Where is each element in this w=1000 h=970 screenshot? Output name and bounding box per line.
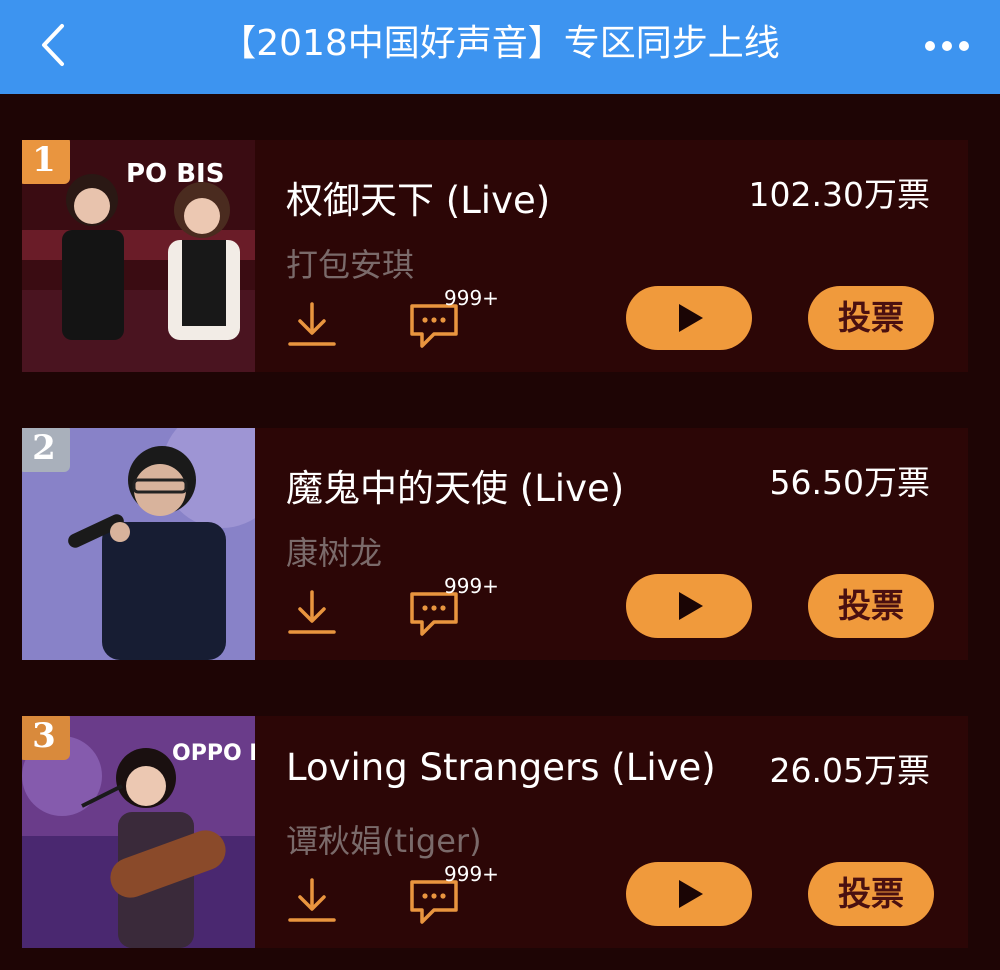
back-button[interactable] <box>30 20 80 70</box>
vote-button[interactable]: 投票 <box>808 286 934 350</box>
play-icon <box>679 304 703 332</box>
artist-name[interactable]: 康树龙 <box>286 528 382 574</box>
rank-badge: 3 <box>22 716 70 760</box>
comment-count: 999+ <box>444 862 499 886</box>
artist-name[interactable]: 谭秋娟(tiger) <box>286 816 482 862</box>
play-button[interactable] <box>626 286 752 350</box>
more-dots-icon <box>925 41 969 51</box>
download-button[interactable] <box>286 874 338 926</box>
song-cover-image[interactable]: OPPO R 3 <box>22 716 255 948</box>
download-icon <box>288 302 336 346</box>
vote-count: 26.05万票 <box>769 751 930 790</box>
song-title[interactable]: Loving Strangers (Live) <box>286 746 716 789</box>
rank-badge: 1 <box>22 140 70 184</box>
play-icon <box>679 880 703 908</box>
artist-name[interactable]: 打包安琪 <box>286 240 414 286</box>
more-button[interactable] <box>920 34 974 58</box>
vote-count: 102.30万票 <box>748 175 930 214</box>
play-button[interactable] <box>626 574 752 638</box>
vote-count: 56.50万票 <box>769 463 930 502</box>
song-cover-image[interactable]: 2 <box>22 428 255 660</box>
download-icon <box>288 878 336 922</box>
play-icon <box>679 592 703 620</box>
chevron-left-icon <box>42 24 64 66</box>
svg-text:OPPO R: OPPO R <box>172 741 255 766</box>
comment-count: 999+ <box>444 286 499 310</box>
vote-button[interactable]: 投票 <box>808 862 934 926</box>
play-button[interactable] <box>626 862 752 926</box>
song-card[interactable]: PO BIS 1 权御天下 (Live) 102.30万票 打包安琪 999+ <box>22 140 968 372</box>
song-cover-image[interactable]: PO BIS 1 <box>22 140 255 372</box>
song-title[interactable]: 魔鬼中的天使 (Live) <box>286 458 624 512</box>
page-title: 【2018中国好声音】专区同步上线 <box>220 23 780 64</box>
download-button[interactable] <box>286 586 338 638</box>
comment-count: 999+ <box>444 574 499 598</box>
download-icon <box>288 590 336 634</box>
song-card[interactable]: 2 魔鬼中的天使 (Live) 56.50万票 康树龙 999+ 投票 <box>22 428 968 660</box>
download-button[interactable] <box>286 298 338 350</box>
vote-button[interactable]: 投票 <box>808 574 934 638</box>
svg-text:PO BIS: PO BIS <box>126 159 224 189</box>
rank-badge: 2 <box>22 428 70 472</box>
song-card[interactable]: OPPO R 3 Loving Strangers (Live) 26.05万票… <box>22 716 968 948</box>
song-title[interactable]: 权御天下 (Live) <box>286 170 550 224</box>
top-bar: 【2018中国好声音】专区同步上线 <box>0 0 1000 94</box>
